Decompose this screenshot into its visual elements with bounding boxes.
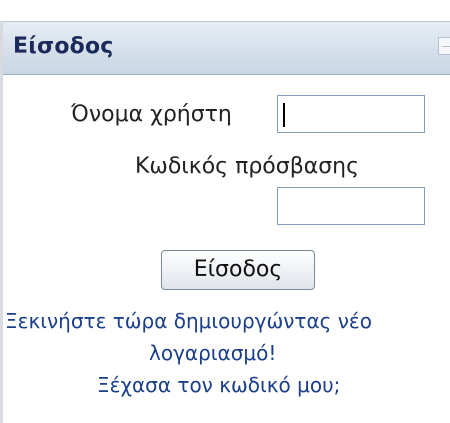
forgot-password-link[interactable]: Ξέχασα τον κωδικό μου; xyxy=(97,373,340,397)
block-header: Είσοδος xyxy=(3,21,450,75)
collapse-icon[interactable] xyxy=(438,37,450,55)
signup-link-continued[interactable]: λογαριασμό! xyxy=(149,341,276,365)
block-title: Είσοδος xyxy=(13,34,114,59)
login-button[interactable]: Είσοδος xyxy=(161,250,315,290)
signup-link[interactable]: Ξεκινήστε τώρα δημιουργώντας νέο xyxy=(5,309,372,333)
login-form: Όνομα χρήστη Κωδικός πρόσβασης Είσοδος Ξ… xyxy=(3,75,450,423)
login-block: Είσοδος Όνομα χρήστη Κωδικός πρόσβασης Ε… xyxy=(0,0,450,423)
username-label: Όνομα χρήστη xyxy=(71,102,232,127)
text-cursor xyxy=(283,103,285,127)
password-input[interactable] xyxy=(277,187,425,225)
password-label: Κωδικός πρόσβασης xyxy=(135,154,360,179)
username-input[interactable] xyxy=(277,95,425,133)
